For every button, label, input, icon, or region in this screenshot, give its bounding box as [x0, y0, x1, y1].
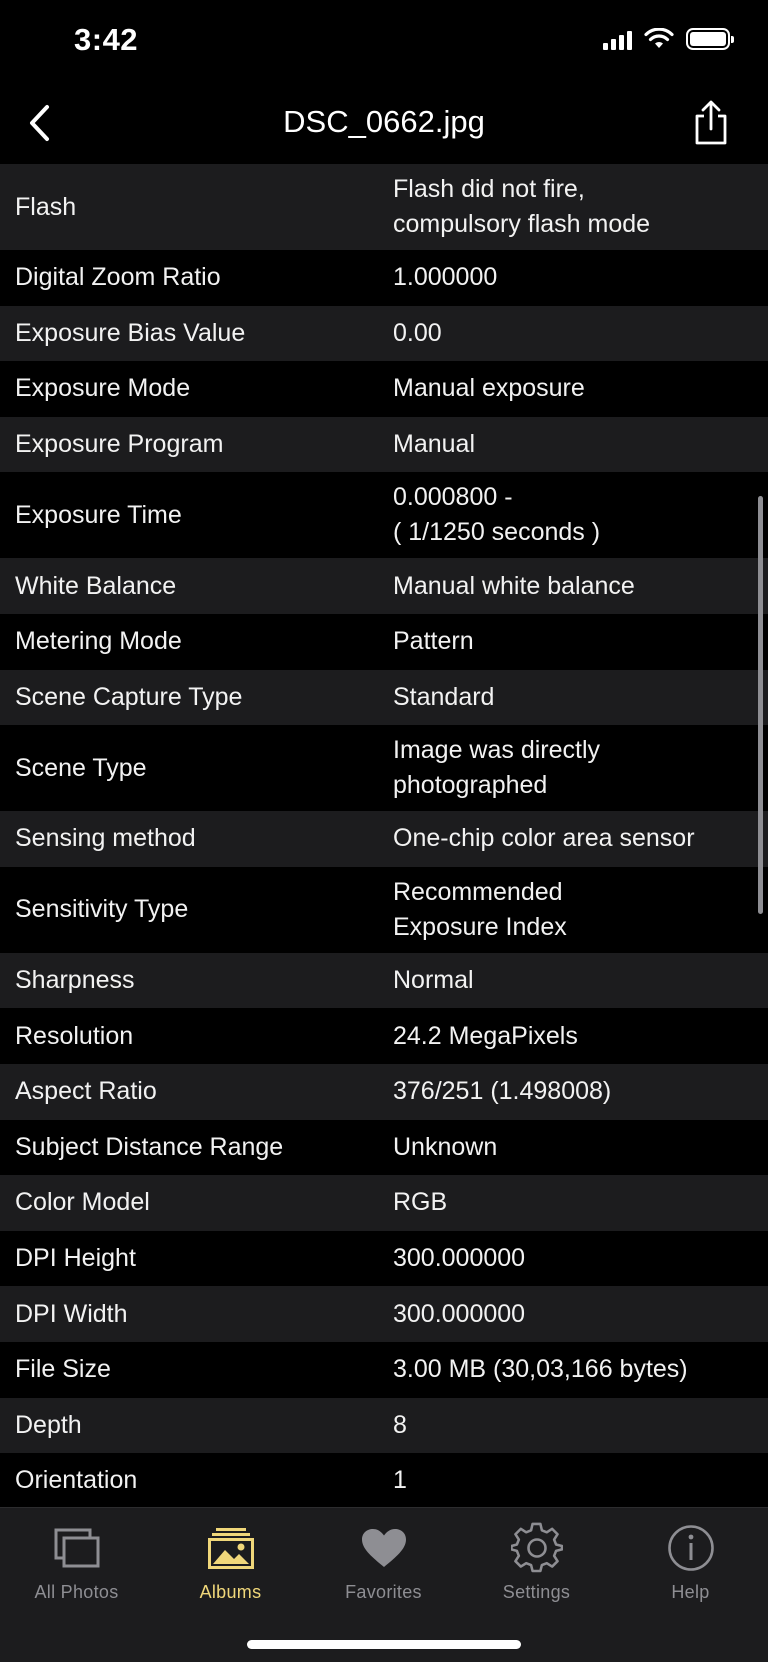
table-row: Sharpness Normal [0, 952, 768, 1009]
row-key: Color Model [15, 1188, 150, 1217]
table-row: Orientation 1 [0, 1453, 768, 1509]
table-row: Scene Type Image was directly photograph… [0, 725, 768, 812]
row-key: Scene Capture Type [15, 682, 243, 711]
row-value: Standard [393, 682, 495, 711]
status-bar: 3:42 [0, 0, 768, 84]
status-icons [603, 28, 734, 50]
tab-albums[interactable]: Albums [154, 1522, 307, 1612]
row-value: 0.000800 - ( 1/1250 seconds ) [393, 483, 601, 547]
table-row: Depth 8 [0, 1397, 768, 1454]
row-key: Exposure Time [15, 500, 182, 529]
row-value: 1 [393, 1466, 407, 1495]
row-key: Sensitivity Type [15, 895, 189, 924]
home-indicator[interactable] [247, 1640, 521, 1649]
row-key: DPI Height [15, 1244, 136, 1273]
row-key: White Balance [15, 571, 177, 600]
row-value: Pattern [393, 627, 474, 656]
table-row: Sensitivity Type Recommended Exposure In… [0, 866, 768, 953]
heart-icon [356, 1522, 412, 1574]
row-value: 24.2 MegaPixels [393, 1021, 578, 1050]
table-row: Exposure Program Manual [0, 416, 768, 473]
row-key: Sharpness [15, 966, 135, 995]
exif-table: Flash Flash did not fire, compulsory fla… [0, 164, 768, 1509]
row-key: Exposure Bias Value [15, 318, 246, 347]
tab-favorites[interactable]: Favorites [307, 1522, 460, 1612]
cellular-signal-icon [603, 28, 632, 50]
table-row: File Size 3.00 MB (30,03,166 bytes) [0, 1341, 768, 1398]
gear-icon [509, 1522, 565, 1574]
row-value: One-chip color area sensor [393, 824, 695, 853]
albums-icon [203, 1522, 259, 1574]
table-row: Subject Distance Range Unknown [0, 1119, 768, 1176]
navigation-bar: DSC_0662.jpg [0, 84, 768, 164]
row-value: Recommended Exposure Index [393, 877, 567, 941]
row-value: 1.000000 [393, 263, 498, 292]
row-key: File Size [15, 1355, 111, 1384]
table-row: DPI Width 300.000000 [0, 1286, 768, 1342]
row-key: Scene Type [15, 753, 147, 782]
row-value: 300.000000 [393, 1244, 526, 1273]
row-key: Metering Mode [15, 627, 182, 656]
row-key: Depth [15, 1410, 82, 1439]
row-key: DPI Width [15, 1299, 128, 1328]
wifi-icon [644, 28, 674, 48]
row-value: 3.00 MB (30,03,166 bytes) [393, 1355, 688, 1384]
tab-label: Albums [199, 1582, 262, 1602]
page-title: DSC_0662.jpg [283, 104, 485, 139]
row-key: Orientation [15, 1466, 138, 1495]
tab-label: Favorites [345, 1582, 422, 1602]
row-value: Manual [393, 430, 475, 459]
row-key: Aspect Ratio [15, 1077, 157, 1106]
tab-bar: All Photos Albums Favorites Settings Hel… [0, 1507, 768, 1662]
row-key: Resolution [15, 1021, 134, 1050]
row-value: Flash did not fire, compulsory flash mod… [393, 175, 651, 238]
table-row: Resolution 24.2 MegaPixels [0, 1008, 768, 1064]
row-value: 0.00 [393, 318, 442, 347]
table-row: Exposure Time 0.000800 - ( 1/1250 second… [0, 472, 768, 559]
tab-label: Help [671, 1582, 710, 1602]
row-value: 8 [393, 1410, 407, 1439]
table-row: Scene Capture Type Standard [0, 669, 768, 726]
tab-label: Settings [502, 1582, 571, 1602]
table-row: Aspect Ratio 376/251 (1.498008) [0, 1063, 768, 1120]
row-value: RGB [393, 1188, 448, 1217]
tab-settings[interactable]: Settings [460, 1522, 613, 1612]
share-button[interactable] [686, 96, 736, 150]
row-key: Exposure Program [15, 430, 224, 459]
row-value: Image was directly photographed [393, 736, 601, 800]
tab-all-photos[interactable]: All Photos [0, 1522, 153, 1612]
row-value: Normal [393, 966, 474, 995]
battery-icon [686, 28, 734, 50]
row-key: Digital Zoom Ratio [15, 263, 221, 292]
row-value: 300.000000 [393, 1299, 526, 1328]
table-row: Digital Zoom Ratio 1.000000 [0, 250, 768, 306]
table-row: Flash Flash did not fire, compulsory fla… [0, 164, 768, 250]
row-key: Flash [15, 192, 77, 221]
row-value: Unknown [393, 1132, 498, 1161]
table-row: Exposure Mode Manual exposure [0, 361, 768, 417]
table-row: Exposure Bias Value 0.00 [0, 305, 768, 362]
table-row: White Balance Manual white balance [0, 558, 768, 614]
table-row: Sensing method One-chip color area senso… [0, 811, 768, 867]
row-key: Subject Distance Range [15, 1132, 284, 1161]
tab-help[interactable]: Help [614, 1522, 767, 1612]
status-time: 3:42 [74, 22, 139, 57]
row-key: Exposure Mode [15, 374, 191, 403]
row-value: Manual exposure [393, 374, 585, 403]
table-row: Color Model RGB [0, 1175, 768, 1231]
table-row: DPI Height 300.000000 [0, 1230, 768, 1287]
row-value: 376/251 (1.498008) [393, 1077, 612, 1106]
row-value: Manual white balance [393, 571, 635, 600]
table-row: Metering Mode Pattern [0, 613, 768, 670]
all-photos-icon [49, 1522, 105, 1574]
scroll-indicator[interactable] [758, 496, 763, 914]
share-icon [695, 100, 727, 145]
info-icon [663, 1522, 719, 1574]
row-key: Sensing method [15, 824, 196, 853]
tab-label: All Photos [34, 1582, 119, 1602]
